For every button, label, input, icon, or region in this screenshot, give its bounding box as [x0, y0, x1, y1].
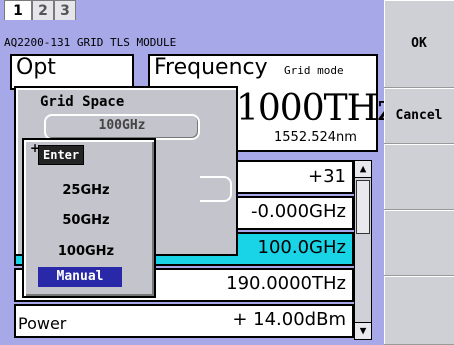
option-manual[interactable]: Manual	[38, 267, 122, 287]
frequency-wavelength: 1552.524nm	[274, 130, 357, 145]
triangle-up-icon: ▲	[359, 162, 367, 175]
option-100ghz[interactable]: 100GHz	[36, 244, 136, 259]
power-value: + 14.00dBm	[232, 309, 346, 330]
tab-3[interactable]: 3	[54, 0, 76, 20]
cancel-button[interactable]: Cancel	[384, 88, 454, 144]
opt-label: Opt	[16, 55, 56, 80]
scroll-down-button[interactable]: ▼	[354, 322, 372, 340]
grid-space-title: Grid Space	[40, 94, 125, 110]
frequency-label: Frequency	[154, 55, 268, 80]
module-title: AQ2200-131 GRID TLS MODULE	[4, 36, 177, 49]
softkey-5[interactable]	[384, 276, 454, 345]
tab-1[interactable]: 1	[4, 0, 32, 20]
manual-value-field[interactable]	[200, 176, 232, 202]
frequency-value: 1000THz	[236, 88, 396, 129]
tab-2[interactable]: 2	[32, 0, 54, 20]
row-value: 190.0000THz	[226, 273, 346, 294]
ok-button[interactable]: OK	[384, 0, 454, 88]
triangle-down-icon: ▼	[359, 324, 367, 337]
grid-space-value: 100GHz	[98, 118, 146, 133]
scroll-up-button[interactable]: ▲	[354, 160, 372, 178]
scrollbar-thumb[interactable]	[356, 180, 370, 234]
frequency-mode: Grid mode	[284, 64, 344, 77]
power-label: Power	[18, 314, 67, 333]
softkey-3[interactable]	[384, 144, 454, 210]
option-25ghz[interactable]: 25GHz	[36, 183, 136, 198]
option-50ghz[interactable]: 50GHz	[36, 213, 136, 228]
enter-button[interactable]: Enter	[38, 145, 85, 165]
softkey-4[interactable]	[384, 210, 454, 276]
